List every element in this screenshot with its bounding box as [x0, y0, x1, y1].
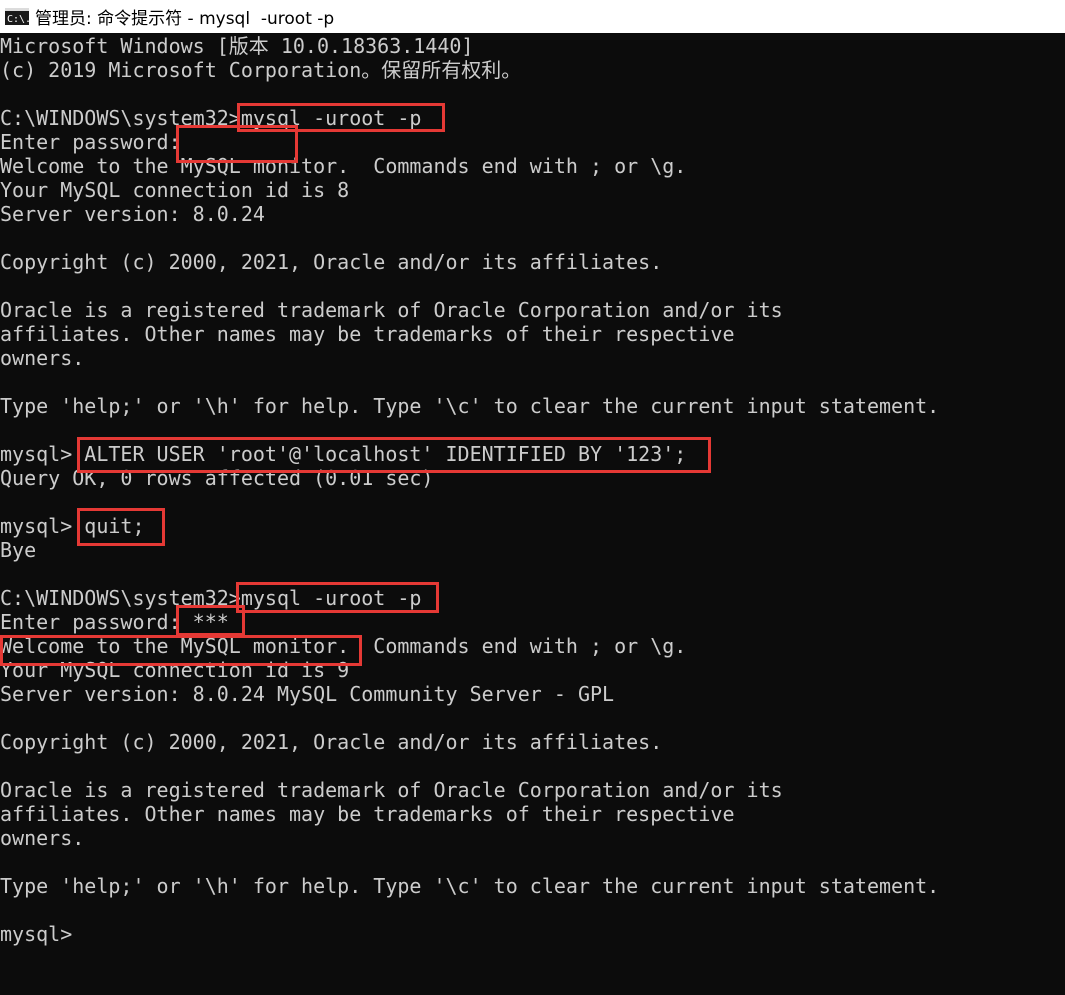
console-line: Server version: 8.0.24: [0, 202, 265, 226]
console-line: owners.: [0, 346, 85, 370]
highlight-box: [176, 605, 245, 636]
console-line: affiliates. Other names may be trademark…: [0, 322, 735, 346]
console-line: (c) 2019 Microsoft Corporation。保留所有权利。: [0, 58, 522, 82]
console-line: Microsoft Windows [版本 10.0.18363.1440]: [0, 34, 474, 58]
highlight-box: [176, 125, 298, 163]
console-line: Bye: [0, 538, 37, 562]
console-line: Type 'help;' or '\h' for help. Type '\c'…: [0, 394, 940, 418]
console-output[interactable]: Microsoft Windows [版本 10.0.18363.1440] (c…: [0, 34, 1065, 995]
console-line: Copyright (c) 2000, 2021, Oracle and/or …: [0, 250, 663, 274]
console-line: affiliates. Other names may be trademark…: [0, 802, 735, 826]
console-line: Your MySQL connection id is 8: [0, 178, 350, 202]
console-line: Server version: 8.0.24 MySQL Community S…: [0, 682, 615, 706]
window-title: 管理员: 命令提示符 - mysql -uroot -p: [35, 9, 335, 29]
highlight-box: [77, 437, 711, 473]
console-line: mysql>: [0, 922, 73, 946]
console-line: Type 'help;' or '\h' for help. Type '\c'…: [0, 874, 940, 898]
console-line: Copyright (c) 2000, 2021, Oracle and/or …: [0, 730, 663, 754]
console-line: Oracle is a registered trademark of Orac…: [0, 298, 783, 322]
cmd-window: C:\. 管理员: 命令提示符 - mysql -uroot -p Micros…: [0, 0, 1065, 995]
console-line: Oracle is a registered trademark of Orac…: [0, 778, 783, 802]
title-bar[interactable]: C:\. 管理员: 命令提示符 - mysql -uroot -p: [0, 0, 1065, 33]
console-line: Welcome to the MySQL monitor. Commands e…: [0, 154, 687, 178]
cmd-icon: C:\.: [5, 8, 31, 25]
highlight-box: [77, 508, 165, 546]
console-line: owners.: [0, 826, 85, 850]
highlight-box: [0, 635, 362, 666]
highlight-box: [236, 582, 439, 613]
console-line: Enter password:: [0, 130, 181, 154]
